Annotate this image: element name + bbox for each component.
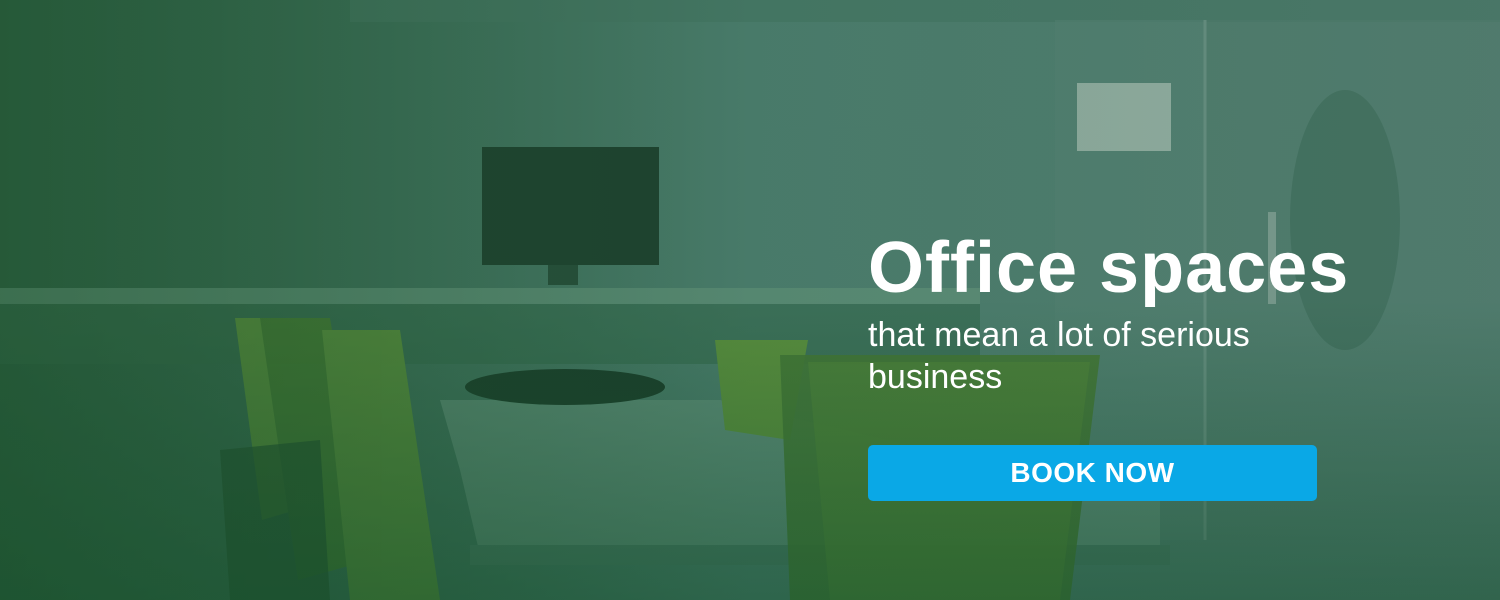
- subheadline: that mean a lot of serious business: [868, 316, 1250, 396]
- headline: Office spaces: [868, 228, 1350, 308]
- hero-banner: Office spaces that mean a lot of serious…: [0, 0, 1500, 600]
- hero-text: Office spaces that mean a lot of serious…: [868, 228, 1428, 398]
- book-now-button[interactable]: BOOK NOW: [868, 445, 1317, 501]
